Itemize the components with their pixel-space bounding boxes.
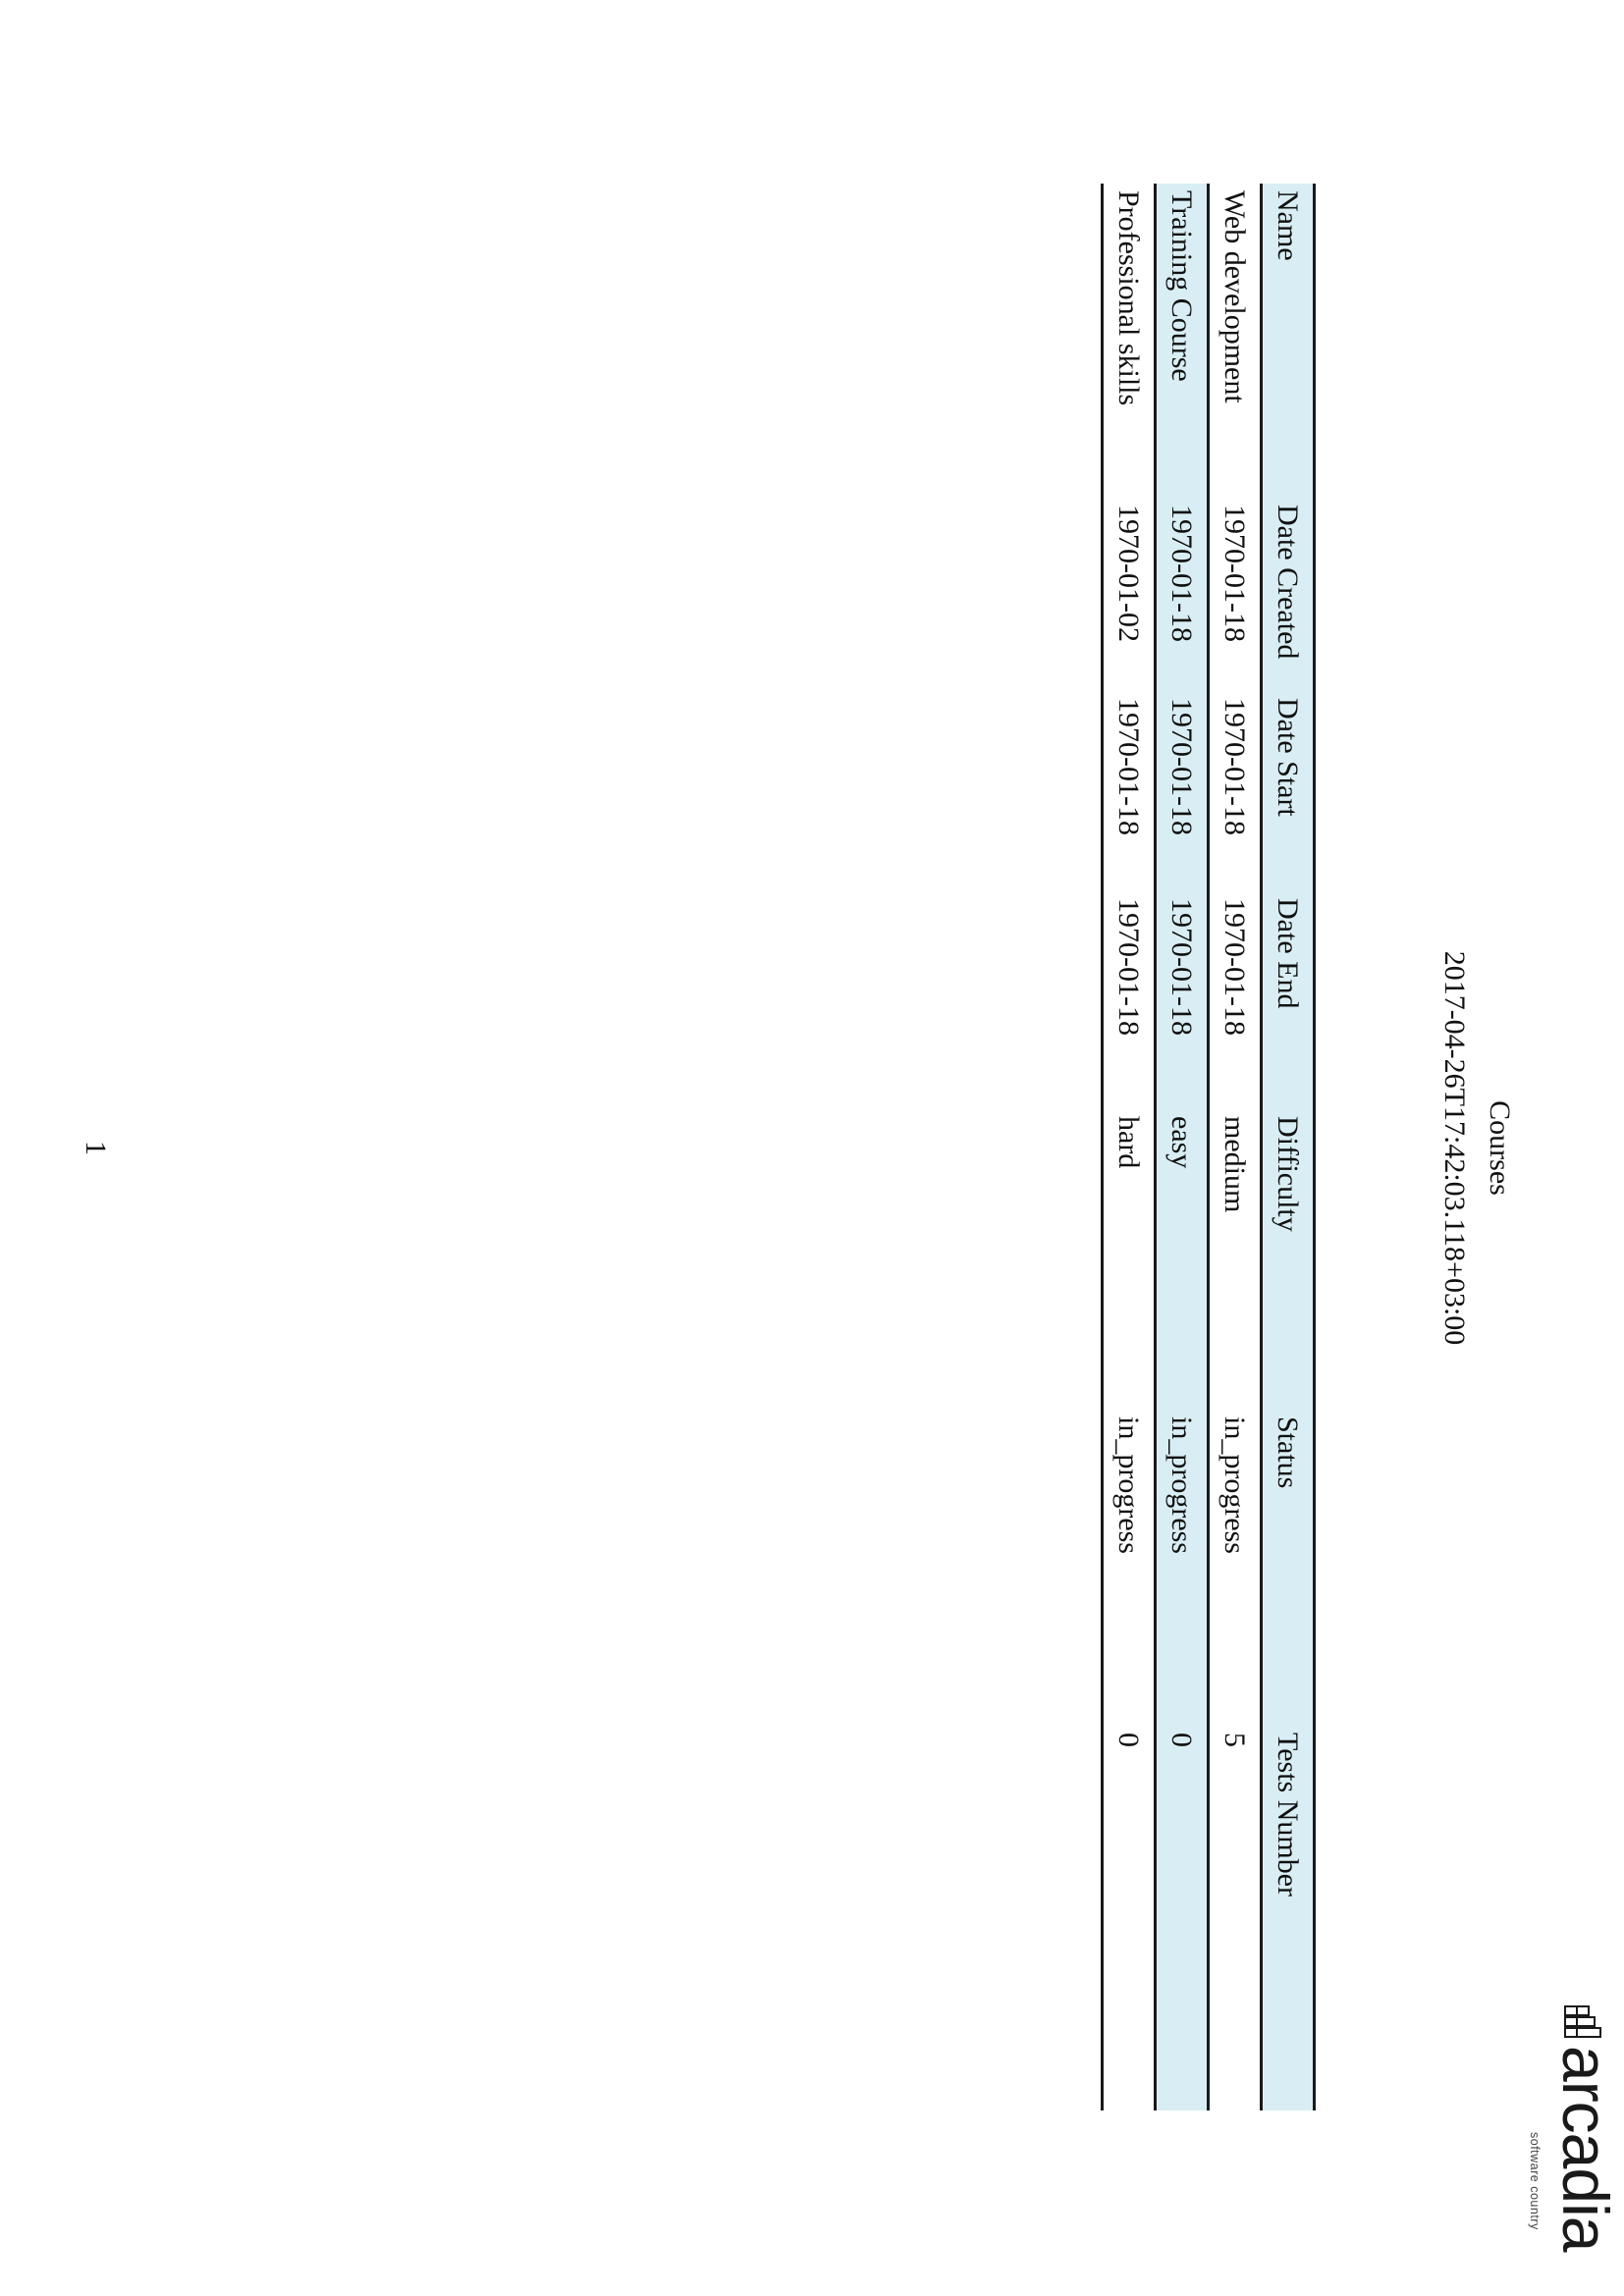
cell-status: in_progress <box>1155 1410 1209 1726</box>
column-header-difficulty: Difficulty <box>1261 1109 1315 1410</box>
cell-date-start: 1970-01-18 <box>1102 691 1156 891</box>
report-title: Courses <box>1484 1100 1516 1196</box>
cell-date-start: 1970-01-18 <box>1155 691 1209 891</box>
courses-table: Name Date Created Date Start Date End Di… <box>1101 184 1316 2110</box>
table-row: Training Course 1970-01-18 1970-01-18 19… <box>1155 184 1209 2110</box>
cell-name: Professional skills <box>1102 184 1156 498</box>
cell-tests-number: 5 <box>1208 1726 1262 2110</box>
cell-status: in_progress <box>1102 1410 1156 1726</box>
column-header-date-end: Date End <box>1261 891 1315 1109</box>
cell-name: Web development <box>1208 184 1262 498</box>
cell-difficulty: medium <box>1208 1109 1262 1410</box>
cell-difficulty: hard <box>1102 1109 1156 1410</box>
logo-tagline: software country <box>1528 2132 1542 2230</box>
table-row: Professional skills 1970-01-02 1970-01-1… <box>1102 184 1156 2110</box>
column-header-date-created: Date Created <box>1261 498 1315 691</box>
cell-tests-number: 0 <box>1102 1726 1156 2110</box>
logo-mark-icon <box>1564 2005 1601 2038</box>
table-row: Web development 1970-01-18 1970-01-18 19… <box>1208 184 1262 2110</box>
landscape-page: arcadia software country Courses 2017-04… <box>0 0 1624 2296</box>
cell-date-created: 1970-01-18 <box>1208 498 1262 691</box>
logo-wordmark: arcadia <box>1549 2046 1622 2252</box>
cell-date-end: 1970-01-18 <box>1208 891 1262 1109</box>
cell-date-created: 1970-01-18 <box>1155 498 1209 691</box>
arcadia-logo: arcadia software country <box>1512 2002 1622 2268</box>
cell-name: Training Course <box>1155 184 1209 498</box>
cell-difficulty: easy <box>1155 1109 1209 1410</box>
column-header-date-start: Date Start <box>1261 691 1315 891</box>
report-timestamp: 2017-04-26T17:42:03.118+03:00 <box>1438 950 1471 1346</box>
table-header-row: Name Date Created Date Start Date End Di… <box>1261 184 1315 2110</box>
cell-status: in_progress <box>1208 1410 1262 1726</box>
cell-date-end: 1970-01-18 <box>1155 891 1209 1109</box>
column-header-status: Status <box>1261 1410 1315 1726</box>
cell-date-created: 1970-01-02 <box>1102 498 1156 691</box>
column-header-tests-number: Tests Number <box>1261 1726 1315 2110</box>
column-header-name: Name <box>1261 184 1315 498</box>
cell-tests-number: 0 <box>1155 1726 1209 2110</box>
cell-date-end: 1970-01-18 <box>1102 891 1156 1109</box>
page-number: 1 <box>80 1141 112 1155</box>
cell-date-start: 1970-01-18 <box>1208 691 1262 891</box>
